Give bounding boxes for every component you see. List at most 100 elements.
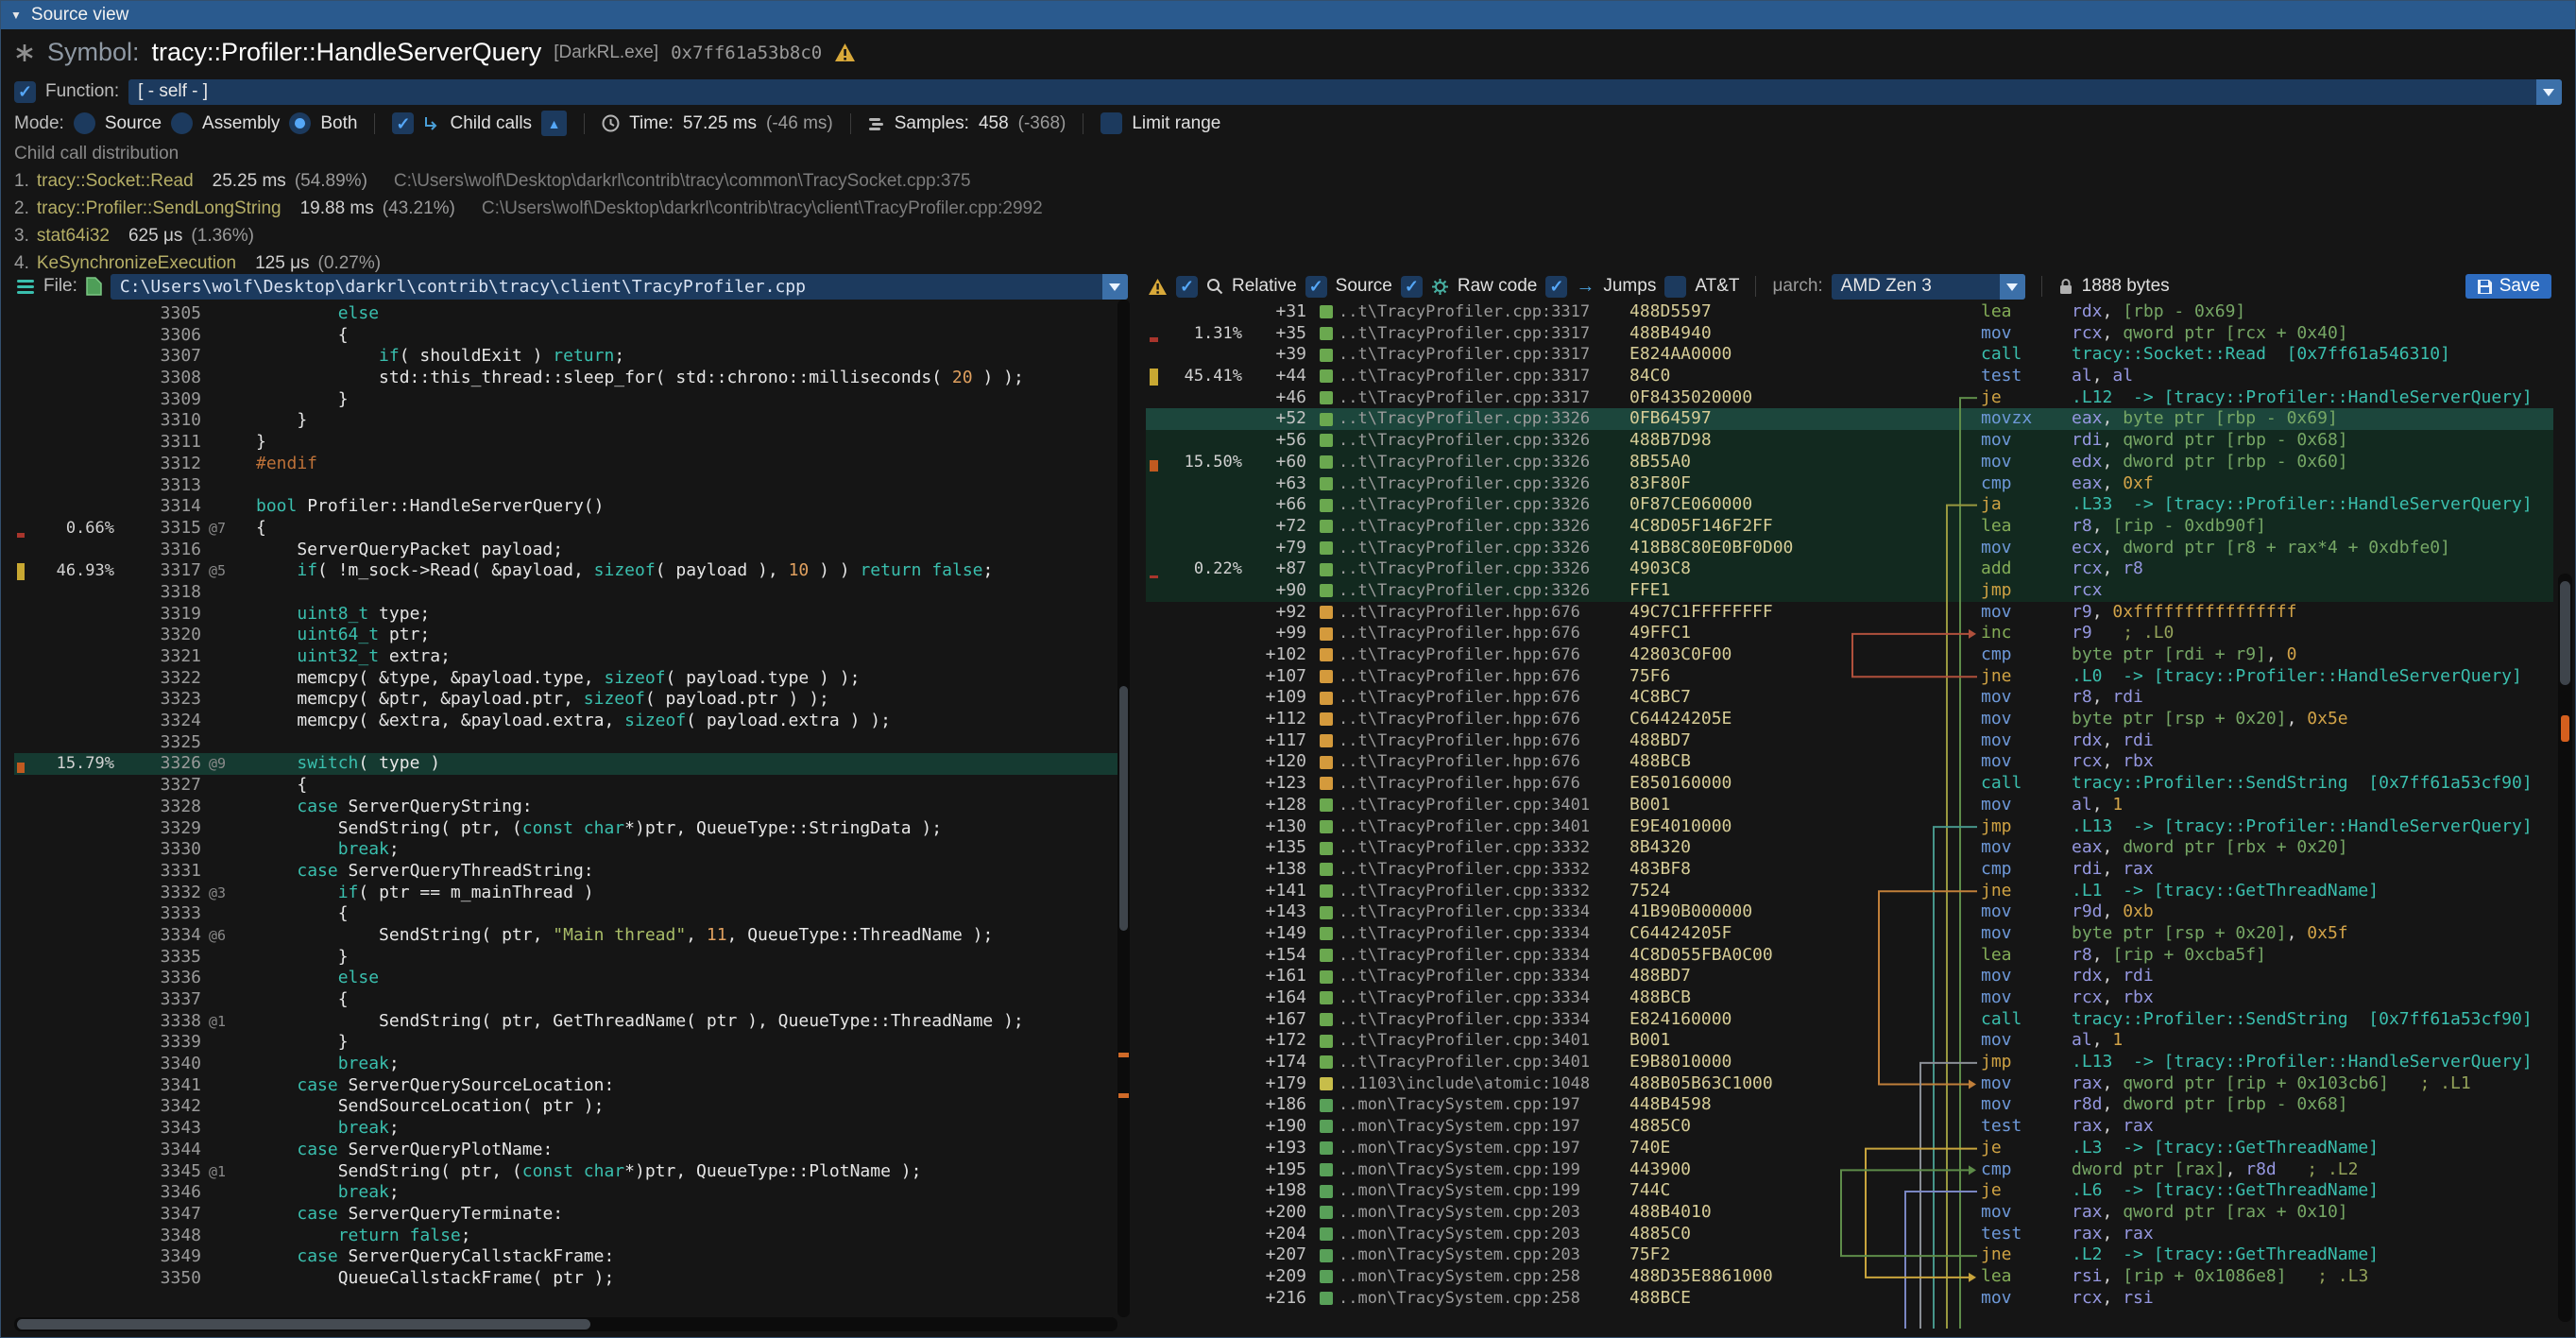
asm-row[interactable]: +102..t\TracyProfiler.hpp:67642803C0F00c… [1146,644,2553,666]
source-line[interactable]: 3345@1 SendString( ptr, (const char*)ptr… [14,1161,1117,1183]
source-line[interactable]: 3306 { [14,325,1117,347]
asm-row[interactable]: +79..t\TracyProfiler.cpp:3326418B8C80E0B… [1146,538,2553,559]
asm-row[interactable]: +112..t\TracyProfiler.hpp:676C64424205Em… [1146,709,2553,730]
file-path-select[interactable]: C:\Users\wolf\Desktop\darkrl\contrib\tra… [111,274,1128,300]
raw-code-label[interactable]: Raw code [1458,276,1538,297]
source-line[interactable]: 3347 case ServerQueryTerminate: [14,1204,1117,1226]
source-line[interactable]: 3343 break; [14,1118,1117,1140]
asm-row[interactable]: +204..mon\TracySystem.cpp:2034885C0testr… [1146,1224,2553,1245]
source-line[interactable]: 3340 break; [14,1054,1117,1075]
source-line[interactable]: 15.79%3326@9 switch( type ) [14,753,1117,775]
chevron-down-icon[interactable] [2000,274,2025,300]
source-line[interactable]: 3322 memcpy( &type, &payload.type, sizeo… [14,668,1117,690]
asm-row[interactable]: +200..mon\TracySystem.cpp:203488B4010mov… [1146,1202,2553,1224]
source-line[interactable]: 3307 if( shouldExit ) return; [14,346,1117,368]
asm-row[interactable]: +161..t\TracyProfiler.cpp:3334488BD7movr… [1146,966,2553,987]
asm-row[interactable]: 1.31%+35..t\TracyProfiler.cpp:3317488B49… [1146,323,2553,345]
chevron-down-icon[interactable] [1102,274,1128,300]
asm-row[interactable]: +92..t\TracyProfiler.hpp:67649C7C1FFFFFF… [1146,602,2553,624]
function-select[interactable]: [ - self - ] [128,79,2562,105]
limit-range-checkbox[interactable] [1100,112,1122,134]
source-line[interactable]: 3308 std::this_thread::sleep_for( std::c… [14,368,1117,389]
source-line[interactable]: 46.93%3317@5 if( !m_sock->Read( &payload… [14,560,1117,582]
collapse-icon[interactable]: ▼ [10,9,22,22]
source-line[interactable]: 3314bool Profiler::HandleServerQuery() [14,496,1117,518]
asm-row[interactable]: +154..t\TracyProfiler.cpp:33344C8D055FBA… [1146,945,2553,967]
child-calls-label[interactable]: Child calls [450,113,532,134]
titlebar[interactable]: ▼ Source view [1,1,2575,29]
scrollbar-handle[interactable] [1119,686,1128,930]
source-line[interactable]: 3313 [14,475,1117,497]
asm-source-checkbox[interactable]: ✓ [1305,276,1327,298]
radio-both-label[interactable]: Both [320,113,357,134]
asm-row[interactable]: +198..mon\TracySystem.cpp:199744Cje.L6 -… [1146,1180,2553,1202]
asm-row[interactable]: +72..t\TracyProfiler.cpp:33264C8D05F146F… [1146,516,2553,538]
child-call-entry[interactable]: 2.tracy::Profiler::SendLongString19.88 m… [14,195,2562,222]
asm-row[interactable]: +66..t\TracyProfiler.cpp:33260F87CE06000… [1146,494,2553,516]
source-line[interactable]: 3325 [14,732,1117,754]
source-line[interactable]: 3309 } [14,389,1117,411]
source-line[interactable]: 3305 else [14,303,1117,325]
uarch-select[interactable]: AMD Zen 3 [1832,274,2025,300]
source-line[interactable]: 3350 QueueCallstackFrame( ptr ); [14,1268,1117,1290]
child-call-entry[interactable]: 4.KeSynchronizeExecution125 μs(0.27%) [14,249,2562,273]
source-line[interactable]: 3333 { [14,903,1117,925]
radio-source-label[interactable]: Source [105,113,162,134]
asm-row[interactable]: +135..t\TracyProfiler.cpp:33328B4320move… [1146,837,2553,859]
asm-row[interactable]: +138..t\TracyProfiler.cpp:3332483BF8cmpr… [1146,859,2553,881]
asm-row[interactable]: +209..mon\TracySystem.cpp:258488D35E8861… [1146,1266,2553,1288]
scrollbar-handle[interactable] [17,1319,590,1329]
asm-row[interactable]: +109..t\TracyProfiler.hpp:6764C8BC7movr8… [1146,687,2553,709]
source-horizontal-scrollbar[interactable] [14,1317,1117,1331]
asm-row[interactable]: +52..t\TracyProfiler.cpp:33260FB64597mov… [1146,408,2553,430]
asm-row[interactable]: +174..t\TracyProfiler.cpp:3401E9B8010000… [1146,1052,2553,1073]
asm-row[interactable]: +56..t\TracyProfiler.cpp:3326488B7D98mov… [1146,430,2553,452]
asm-row[interactable]: +179..1103\include\atomic:1048488B05B63C… [1146,1073,2553,1095]
source-line[interactable]: 3324 memcpy( &extra, &payload.extra, siz… [14,711,1117,732]
child-calls-checkbox[interactable]: ✓ [392,112,414,134]
source-line[interactable]: 3316 ServerQueryPacket payload; [14,540,1117,561]
asm-row[interactable]: +164..t\TracyProfiler.cpp:3334488BCBmovr… [1146,987,2553,1009]
source-line[interactable]: 3338@1 SendString( ptr, GetThreadName( p… [14,1011,1117,1033]
source-line[interactable]: 3346 break; [14,1182,1117,1204]
asm-row[interactable]: +143..t\TracyProfiler.cpp:333441B90B0000… [1146,901,2553,923]
source-line[interactable]: 0.66%3315@7{ [14,518,1117,540]
att-checkbox[interactable] [1664,276,1686,298]
source-line[interactable]: 3335 } [14,947,1117,969]
asm-row[interactable]: +193..mon\TracySystem.cpp:197740Eje.L3 -… [1146,1138,2553,1159]
source-line[interactable]: 3318 [14,582,1117,604]
function-checkbox[interactable]: ✓ [14,81,36,103]
asm-row[interactable]: +117..t\TracyProfiler.hpp:676488BD7movrd… [1146,730,2553,752]
chevron-down-icon[interactable] [2536,79,2562,105]
asm-row[interactable]: +46..t\TracyProfiler.cpp:33170F843502000… [1146,387,2553,409]
source-line[interactable]: 3341 case ServerQuerySourceLocation: [14,1075,1117,1097]
asm-row[interactable]: +99..t\TracyProfiler.hpp:67649FFC1incr9 … [1146,623,2553,644]
radio-source[interactable] [74,112,95,134]
radio-assembly-label[interactable]: Assembly [202,113,280,134]
source-line[interactable]: 3312#endif [14,454,1117,475]
scrollbar-handle[interactable] [2560,581,2570,685]
att-label[interactable]: AT&T [1695,276,1739,297]
asm-row[interactable]: 0.22%+87..t\TracyProfiler.cpp:33264903C8… [1146,558,2553,580]
jumps-checkbox[interactable]: ✓ [1545,276,1567,298]
source-vertical-scrollbar[interactable] [1117,300,1130,1317]
source-line[interactable]: 3321 uint32_t extra; [14,646,1117,668]
assembly-vertical-scrollbar[interactable] [2558,574,2572,1322]
asm-row[interactable]: +149..t\TracyProfiler.cpp:3334C64424205F… [1146,923,2553,945]
asm-row[interactable]: +90..t\TracyProfiler.cpp:3326FFE1jmprcx [1146,580,2553,602]
source-line[interactable]: 3331 case ServerQueryThreadString: [14,861,1117,883]
source-line[interactable]: 3320 uint64_t ptr; [14,625,1117,646]
source-line[interactable]: 3327 { [14,775,1117,797]
asm-row[interactable]: +120..t\TracyProfiler.hpp:676488BCBmovrc… [1146,751,2553,773]
asm-row[interactable]: +130..t\TracyProfiler.cpp:3401E9E4010000… [1146,816,2553,838]
asm-row[interactable]: +123..t\TracyProfiler.hpp:676E850160000c… [1146,773,2553,795]
asm-row[interactable]: 15.50%+60..t\TracyProfiler.cpp:33268B55A… [1146,452,2553,473]
asm-row[interactable]: +141..t\TracyProfiler.cpp:33327524jne.L1… [1146,881,2553,902]
asm-row[interactable]: +107..t\TracyProfiler.hpp:67675F6jne.L0 … [1146,666,2553,688]
source-line[interactable]: 3310 } [14,410,1117,432]
asm-row[interactable]: +31..t\TracyProfiler.cpp:3317488D5597lea… [1146,301,2553,323]
source-line[interactable]: 3336 else [14,968,1117,989]
asm-row[interactable]: +63..t\TracyProfiler.cpp:332683F80Fcmpea… [1146,473,2553,495]
source-line[interactable]: 3349 case ServerQueryCallstackFrame: [14,1246,1117,1268]
jumps-label[interactable]: Jumps [1603,276,1656,297]
